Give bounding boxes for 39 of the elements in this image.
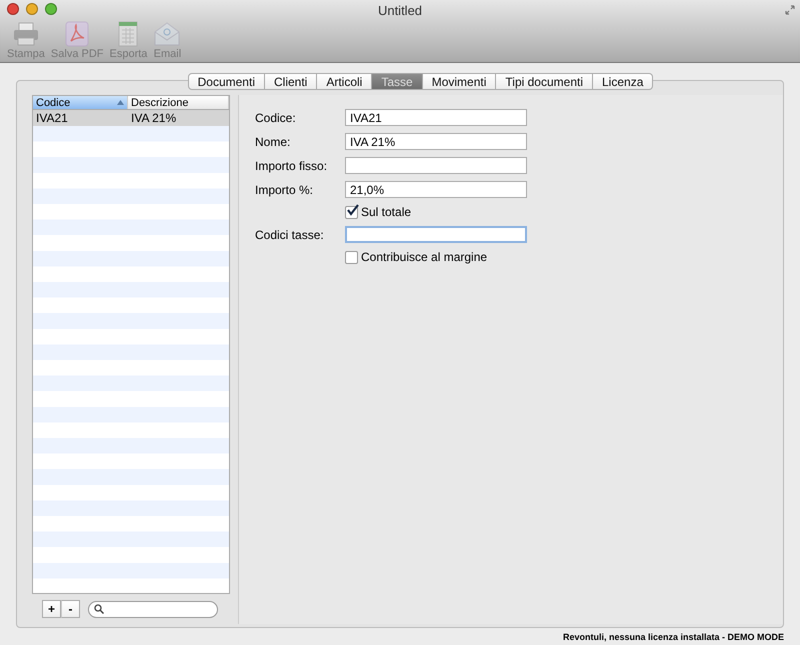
printer-icon: [12, 20, 40, 48]
input-field[interactable]: IVA21: [345, 109, 527, 126]
tab[interactable]: Licenza: [593, 73, 654, 90]
list-button[interactable]: -: [61, 600, 80, 618]
field-label: Importo fisso:: [255, 158, 328, 172]
tab[interactable]: Articoli: [317, 73, 372, 90]
field-label: Importo %:: [255, 182, 314, 196]
checkbox-label: Sul totale: [361, 205, 412, 219]
sort-arrow-icon: [117, 100, 124, 105]
tab[interactable]: Tipi documenti: [496, 73, 593, 90]
pdf-icon: [63, 20, 92, 48]
field-label: Codice:: [255, 110, 297, 124]
input-field[interactable]: [345, 157, 527, 174]
table-cell-text: IVA 21%: [130, 110, 178, 125]
tab[interactable]: Clienti: [264, 73, 318, 90]
table-row[interactable]: IVA21 IVA 21%: [33, 110, 229, 126]
checkbox[interactable]: [345, 250, 358, 264]
checkbox-label: Contribuisce al margine: [361, 250, 488, 264]
fullscreen-icon[interactable]: [785, 5, 795, 15]
close-button[interactable]: [7, 3, 19, 15]
field-label: Nome:: [255, 134, 292, 148]
tab[interactable]: Documenti: [188, 73, 265, 90]
input-field[interactable]: [345, 226, 527, 243]
envelope-icon: [153, 20, 182, 48]
input-field[interactable]: 21,0%: [345, 181, 527, 198]
status-text: Revontuli, nessuna licenza installata - DEMO MODE: [562, 631, 784, 644]
minimize-button[interactable]: [26, 3, 38, 15]
field-label: Codici tasse:: [255, 228, 325, 242]
tab[interactable]: Movimenti: [422, 73, 496, 90]
input-field[interactable]: IVA 21%: [345, 133, 527, 150]
search-icon: [94, 604, 104, 614]
zoom-button[interactable]: [45, 3, 57, 15]
table-cell-text: IVA21: [35, 110, 69, 125]
checkbox[interactable]: [345, 206, 358, 218]
column-header[interactable]: Descrizione: [128, 96, 229, 109]
window-title: Untitled: [378, 2, 422, 18]
list-button[interactable]: +: [42, 600, 61, 618]
column-header[interactable]: Codice: [33, 96, 128, 109]
search-field[interactable]: [88, 600, 218, 618]
